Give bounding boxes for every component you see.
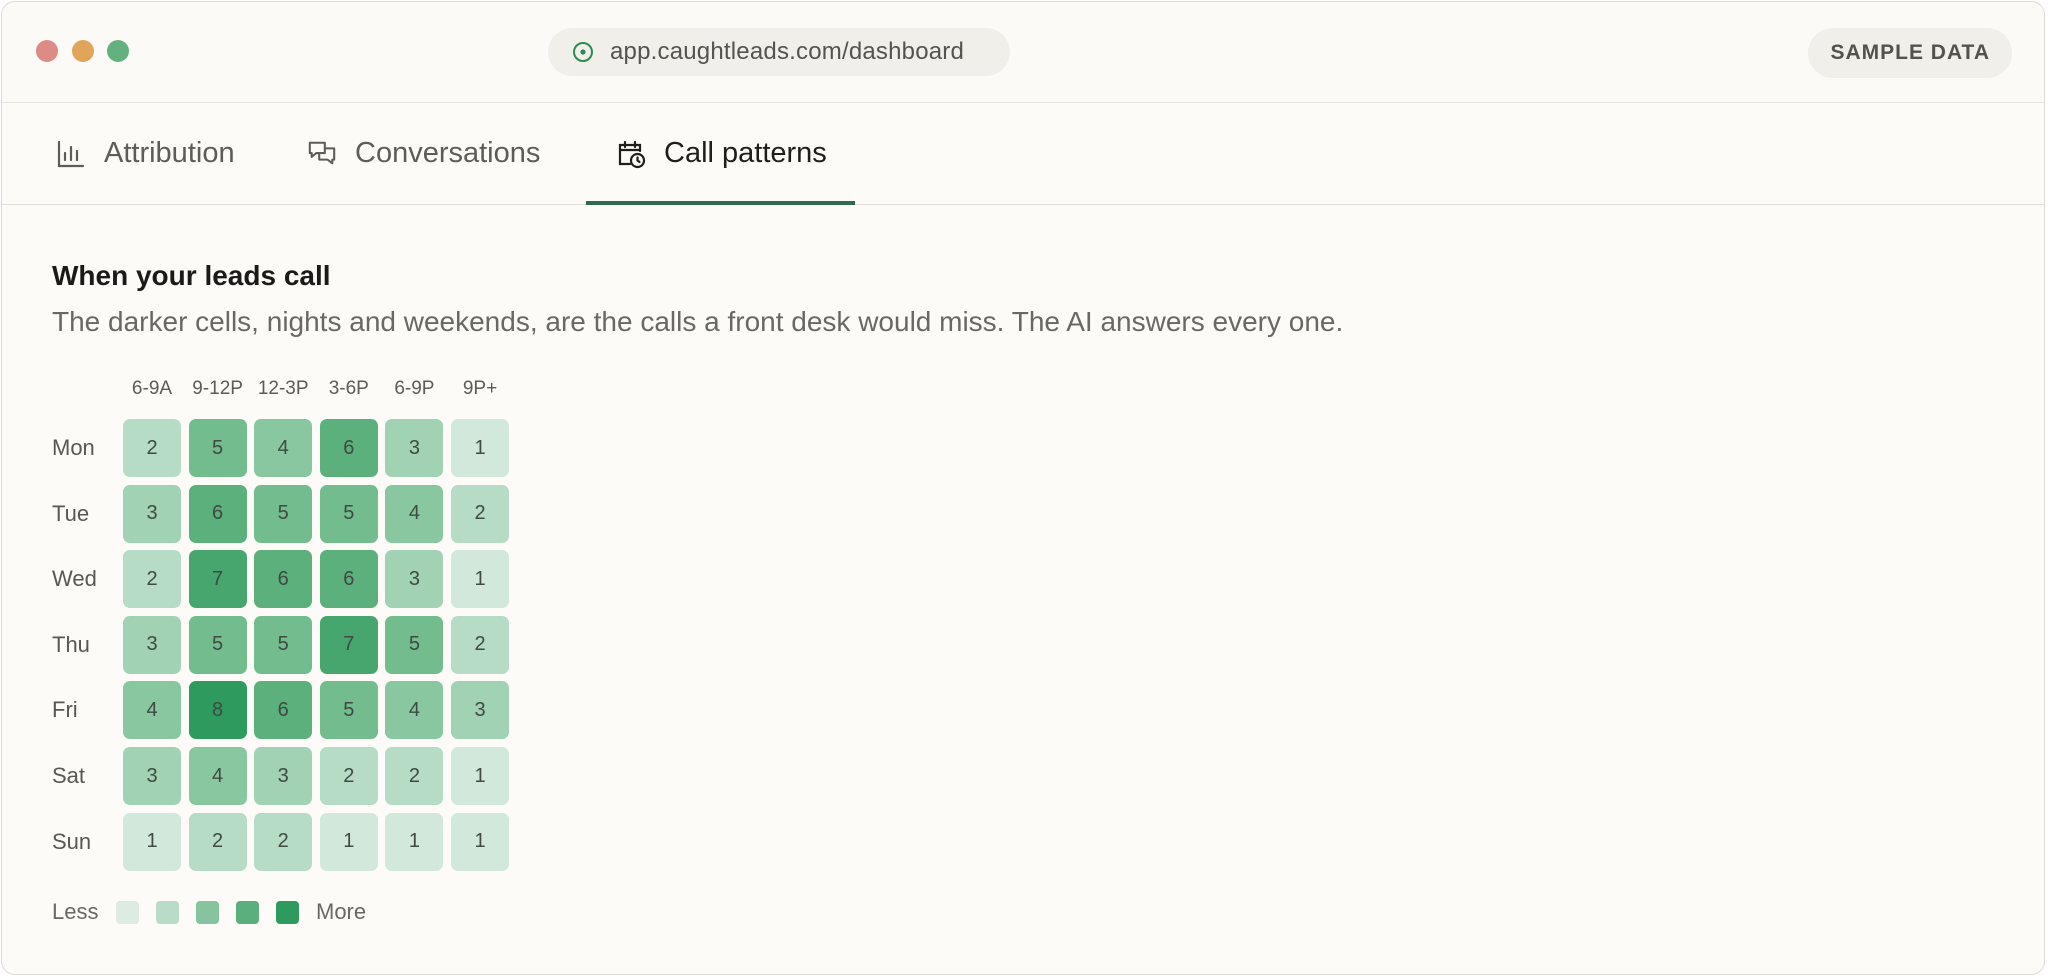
- heatmap-cell[interactable]: 3: [451, 681, 509, 740]
- heatmap-cell[interactable]: 5: [254, 484, 313, 543]
- legend-swatch: [276, 901, 299, 924]
- heatmap-cell[interactable]: 4: [385, 681, 444, 740]
- heatmap-cell[interactable]: 3: [385, 550, 444, 609]
- column-label: 6-9A: [131, 378, 173, 399]
- bar-chart-icon: [56, 139, 86, 169]
- heatmap-cell[interactable]: 1: [123, 812, 181, 871]
- tab-call-patterns[interactable]: Call patterns: [586, 103, 855, 205]
- heatmap-cell[interactable]: 2: [385, 747, 444, 805]
- column-label: 9P+: [462, 378, 498, 399]
- url-text: app.caughtleads.com/dashboard: [610, 38, 965, 65]
- tab-label: Call patterns: [664, 137, 827, 169]
- column-label: 9-12P: [192, 378, 243, 399]
- heatmap-cell[interactable]: 3: [254, 747, 313, 805]
- column-label: 6-9P: [394, 378, 435, 399]
- sample-data-badge: SAMPLE DATA: [1808, 28, 2012, 78]
- legend-swatch: [196, 901, 219, 924]
- heatmap-cell[interactable]: 5: [385, 615, 444, 674]
- heatmap-cell[interactable]: 1: [451, 550, 509, 609]
- heatmap-cell[interactable]: 2: [123, 550, 181, 609]
- title-bar: app.caughtleads.com/dashboard SAMPLE DAT…: [2, 2, 2044, 103]
- tab-attribution[interactable]: Attribution: [56, 103, 235, 204]
- heatmap-cell[interactable]: 2: [254, 812, 313, 871]
- heatmap-cell[interactable]: 3: [123, 484, 181, 543]
- column-label: 3-6P: [328, 378, 369, 399]
- heatmap-cell[interactable]: 1: [385, 812, 444, 871]
- tab-bar: Attribution Conversations Call patterns: [2, 103, 2044, 205]
- chat-bubbles-icon: [307, 139, 337, 169]
- heatmap-cell[interactable]: 3: [385, 419, 444, 477]
- column-label: 12-3P: [257, 378, 309, 399]
- browser-window: app.caughtleads.com/dashboard SAMPLE DAT…: [1, 1, 2045, 975]
- heatmap-cell[interactable]: 1: [319, 812, 378, 871]
- heatmap-cell[interactable]: 6: [254, 681, 313, 740]
- legend-swatch: [236, 901, 259, 924]
- legend-less-label: Less: [52, 899, 99, 924]
- section-subtitle: The darker cells, nights and weekends, a…: [52, 306, 1344, 337]
- heatmap-cell[interactable]: 4: [254, 419, 313, 477]
- heatmap-cell[interactable]: 6: [319, 419, 378, 477]
- heatmap-cell[interactable]: 2: [188, 812, 247, 871]
- heatmap-cell[interactable]: 1: [451, 419, 509, 477]
- tab-conversations[interactable]: Conversations: [307, 103, 540, 204]
- section-title: When your leads call: [52, 260, 331, 291]
- row-label: Tue: [52, 500, 90, 526]
- heatmap-cell[interactable]: 5: [188, 615, 247, 674]
- heatmap-cell[interactable]: 3: [123, 615, 181, 674]
- heatmap-cell[interactable]: 5: [188, 419, 247, 477]
- row-label: Mon: [52, 435, 95, 460]
- legend-swatch: [156, 901, 179, 924]
- heatmap-cell[interactable]: 6: [188, 484, 247, 543]
- heatmap-cell[interactable]: 4: [188, 747, 247, 805]
- row-label: Wed: [52, 566, 97, 592]
- heatmap-cell[interactable]: 8: [188, 681, 247, 740]
- heatmap-cell[interactable]: 1: [451, 747, 509, 805]
- tab-label: Conversations: [355, 137, 541, 169]
- address-bar[interactable]: app.caughtleads.com/dashboard: [548, 28, 1010, 76]
- calendar-clock-icon: [616, 139, 646, 169]
- heatmap-cell[interactable]: 5: [254, 615, 313, 674]
- minimize-window-button[interactable]: [72, 40, 94, 62]
- heatmap-cell[interactable]: 7: [188, 550, 247, 609]
- heatmap-cell[interactable]: 3: [123, 747, 181, 805]
- heatmap-cell[interactable]: 5: [319, 484, 378, 543]
- heatmap-cell[interactable]: 4: [385, 484, 444, 543]
- row-label: Fri: [52, 697, 78, 723]
- heatmap-cell[interactable]: 7: [319, 615, 378, 674]
- row-label: Thu: [52, 631, 90, 657]
- legend-more-label: More: [316, 899, 367, 924]
- row-label: Sun: [52, 828, 92, 854]
- heatmap-cell[interactable]: 2: [319, 747, 378, 805]
- heatmap-cell[interactable]: 2: [451, 615, 509, 674]
- site-info-icon[interactable]: [572, 41, 594, 63]
- heatmap-cell[interactable]: 5: [319, 681, 378, 740]
- heatmap-cell[interactable]: 6: [254, 550, 313, 609]
- heatmap-cell[interactable]: 2: [451, 484, 509, 543]
- legend-swatch: [116, 901, 139, 924]
- tab-label: Attribution: [104, 137, 235, 169]
- heatmap-cell[interactable]: 1: [451, 812, 509, 871]
- row-label: Sat: [52, 763, 86, 788]
- maximize-window-button[interactable]: [107, 40, 129, 62]
- close-window-button[interactable]: [36, 40, 58, 62]
- heatmap-cell[interactable]: 6: [319, 550, 378, 609]
- heatmap-cell[interactable]: 4: [123, 681, 181, 740]
- heatmap-cell[interactable]: 2: [123, 419, 181, 477]
